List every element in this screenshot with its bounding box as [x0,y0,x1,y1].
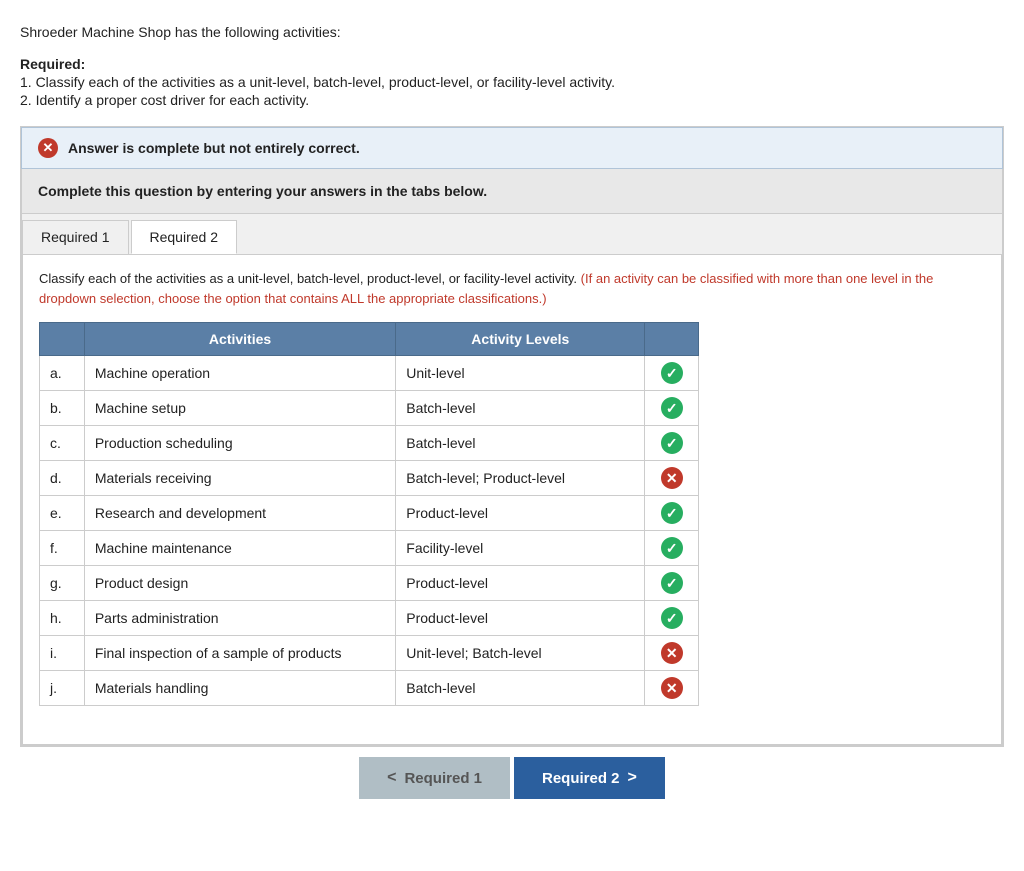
row-status: ✕ [645,671,699,706]
correct-icon: ✓ [661,607,683,629]
row-level: Batch-level [396,391,645,426]
complete-box-text: Complete this question by entering your … [38,183,487,199]
row-id: g. [40,566,85,601]
correct-icon: ✓ [661,502,683,524]
wrong-icon: ✕ [661,642,683,664]
th-activities: Activities [84,323,395,356]
row-status: ✓ [645,566,699,601]
row-status: ✓ [645,531,699,566]
alert-box: ✕ Answer is complete but not entirely co… [21,127,1003,169]
row-id: d. [40,461,85,496]
instruction-main: Classify each of the activities as a uni… [39,271,577,286]
row-id: f. [40,531,85,566]
row-status: ✓ [645,496,699,531]
row-activity: Final inspection of a sample of products [84,636,395,671]
row-id: j. [40,671,85,706]
tab-required-2[interactable]: Required 2 [131,220,238,254]
row-status: ✕ [645,636,699,671]
row-activity: Materials receiving [84,461,395,496]
row-activity: Machine maintenance [84,531,395,566]
tab-required-1[interactable]: Required 1 [22,220,129,254]
row-id: c. [40,426,85,461]
row-level: Batch-level [396,671,645,706]
table-row: e.Research and developmentProduct-level ✓ [40,496,699,531]
row-activity: Production scheduling [84,426,395,461]
row-level: Product-level [396,601,645,636]
tabs-container: Required 1 Required 2 Classify each of t… [21,214,1003,746]
required-item-1: 1. Classify each of the activities as a … [20,74,1004,90]
table-row: c.Production schedulingBatch-level ✓ [40,426,699,461]
wrong-icon: ✕ [661,467,683,489]
question-container: ✕ Answer is complete but not entirely co… [20,126,1004,747]
row-level: Unit-level; Batch-level [396,636,645,671]
correct-icon: ✓ [661,572,683,594]
alert-icon: ✕ [38,138,58,158]
row-activity: Parts administration [84,601,395,636]
row-status: ✕ [645,461,699,496]
correct-icon: ✓ [661,537,683,559]
row-status: ✓ [645,426,699,461]
correct-icon: ✓ [661,397,683,419]
alert-text: Answer is complete but not entirely corr… [68,140,360,156]
row-level: Facility-level [396,531,645,566]
table-header-row: Activities Activity Levels [40,323,699,356]
table-row: i.Final inspection of a sample of produc… [40,636,699,671]
next-button[interactable]: Required 2 > [514,757,665,799]
intro-text: Shroeder Machine Shop has the following … [20,24,1004,40]
tabs-row: Required 1 Required 2 [22,214,1002,255]
row-level: Unit-level [396,356,645,391]
table-row: h.Parts administrationProduct-level ✓ [40,601,699,636]
row-id: h. [40,601,85,636]
row-id: a. [40,356,85,391]
instruction-text: Classify each of the activities as a uni… [39,269,985,308]
table-row: g.Product designProduct-level ✓ [40,566,699,601]
prev-button[interactable]: < Required 1 [359,757,510,799]
prev-arrow: < [387,769,396,787]
complete-box: Complete this question by entering your … [21,169,1003,214]
table-row: a.Machine operationUnit-level ✓ [40,356,699,391]
prev-label: Required 1 [404,770,482,787]
required-item-2: 2. Identify a proper cost driver for eac… [20,92,1004,108]
required-section: Required: 1. Classify each of the activi… [20,56,1004,108]
activity-table: Activities Activity Levels a.Machine ope… [39,322,699,706]
row-id: e. [40,496,85,531]
row-level: Batch-level [396,426,645,461]
row-status: ✓ [645,356,699,391]
row-activity: Product design [84,566,395,601]
row-status: ✓ [645,391,699,426]
next-arrow: > [628,769,637,787]
table-row: d.Materials receivingBatch-level; Produc… [40,461,699,496]
row-id: b. [40,391,85,426]
th-letter [40,323,85,356]
row-level: Batch-level; Product-level [396,461,645,496]
row-activity: Materials handling [84,671,395,706]
tab-content: Classify each of the activities as a uni… [22,255,1002,745]
row-level: Product-level [396,496,645,531]
th-levels: Activity Levels [396,323,645,356]
row-id: i. [40,636,85,671]
nav-buttons: < Required 1 Required 2 > [20,757,1004,809]
correct-icon: ✓ [661,432,683,454]
row-status: ✓ [645,601,699,636]
required-label: Required: [20,56,1004,72]
row-level: Product-level [396,566,645,601]
correct-icon: ✓ [661,362,683,384]
th-status [645,323,699,356]
row-activity: Research and development [84,496,395,531]
wrong-icon: ✕ [661,677,683,699]
table-row: b.Machine setupBatch-level ✓ [40,391,699,426]
row-activity: Machine operation [84,356,395,391]
table-row: j.Materials handlingBatch-level ✕ [40,671,699,706]
next-label: Required 2 [542,770,620,787]
table-row: f.Machine maintenanceFacility-level ✓ [40,531,699,566]
row-activity: Machine setup [84,391,395,426]
